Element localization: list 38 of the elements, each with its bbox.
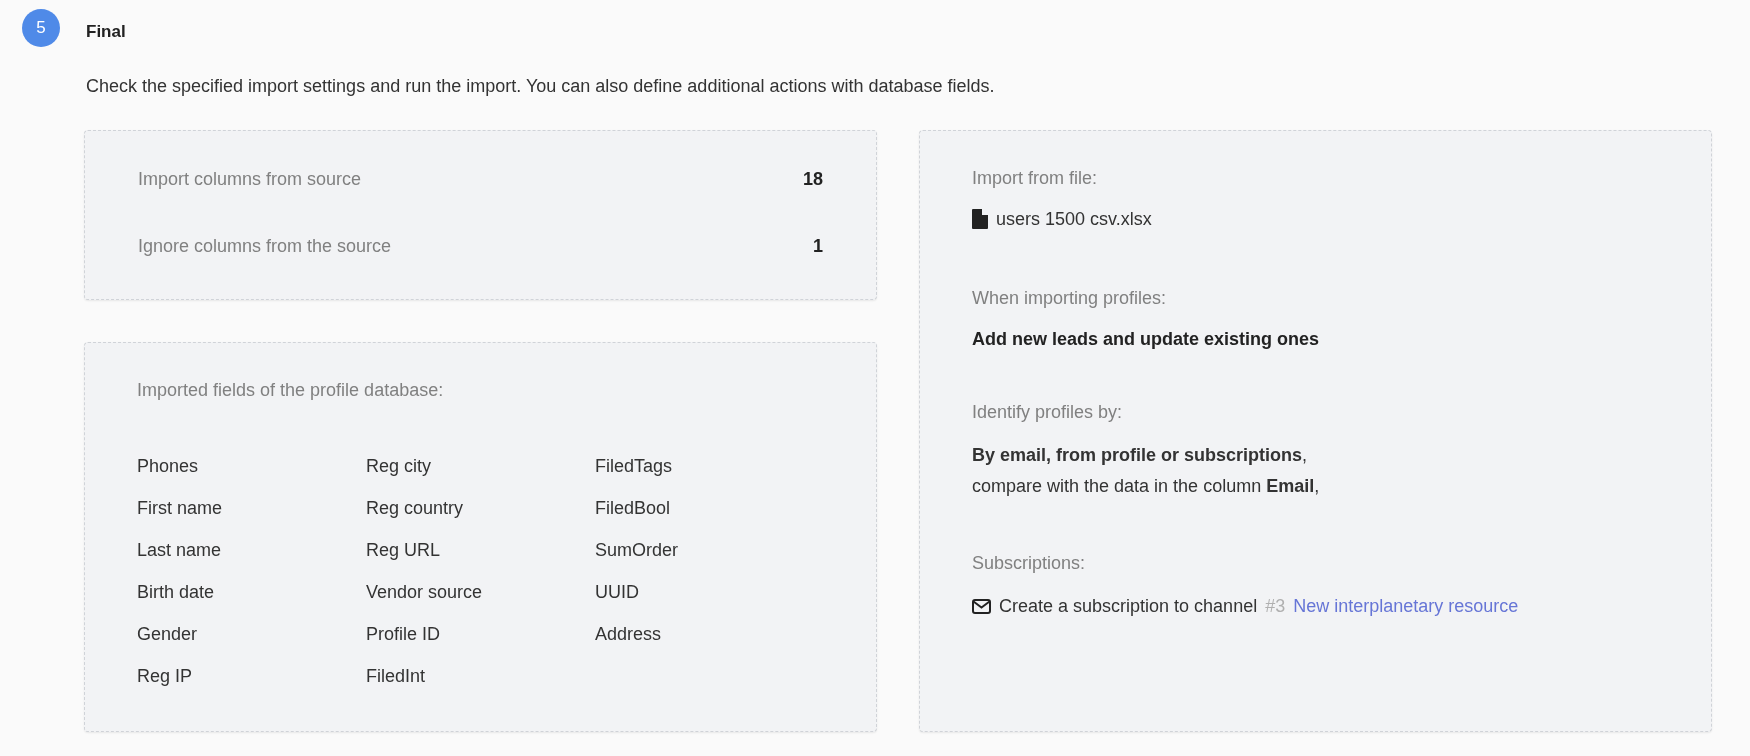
file-name: users 1500 csv.xlsx xyxy=(996,207,1152,231)
step-description: Check the specified import settings and run the import. You can also define additional actions with database fields. xyxy=(86,74,995,98)
envelope-icon xyxy=(972,598,991,614)
field-name: Profile ID xyxy=(366,622,442,646)
field-name: Reg IP xyxy=(137,664,194,688)
field-name: First name xyxy=(137,496,224,520)
field-name: Reg city xyxy=(366,454,433,478)
summary-label: Import columns from source xyxy=(138,167,362,191)
identify-rule: By email, from profile or subscriptions, xyxy=(972,443,1309,467)
field-name: UUID xyxy=(595,580,640,604)
field-name: FiledBool xyxy=(595,496,672,520)
channel-link[interactable]: New interplanetary resource xyxy=(1293,592,1519,620)
identify-rule: compare with the data in the column Email, xyxy=(972,474,1321,498)
field-name: Phones xyxy=(137,454,200,478)
section-label: Import from file: xyxy=(972,166,1099,190)
summary-count: 18 xyxy=(802,167,823,191)
summary-count: 1 xyxy=(813,234,823,258)
step-title: Final xyxy=(86,21,127,43)
subscription-text: Create a subscription to channel xyxy=(999,594,1258,618)
field-name: SumOrder xyxy=(595,538,680,562)
section-label: Subscriptions: xyxy=(972,551,1087,575)
field-name: FiledInt xyxy=(366,664,427,688)
import-mode: Add new leads and update existing ones xyxy=(972,327,1321,351)
field-name: Vendor source xyxy=(366,580,484,604)
channel-number: #3 xyxy=(1265,594,1286,618)
section-label: Identify profiles by: xyxy=(972,400,1124,424)
field-name: Birth date xyxy=(137,580,216,604)
summary-label: Ignore columns from the source xyxy=(138,234,392,258)
section-label: When importing profiles: xyxy=(972,286,1168,310)
file-icon xyxy=(972,209,988,229)
field-name: FiledTags xyxy=(595,454,674,478)
field-name: Last name xyxy=(137,538,223,562)
field-name: Gender xyxy=(137,622,199,646)
field-name: Reg country xyxy=(366,496,465,520)
field-name: Reg URL xyxy=(366,538,442,562)
step-number-badge: 5 xyxy=(22,9,60,47)
field-name: Address xyxy=(595,622,663,646)
section-label: Imported fields of the profile database: xyxy=(137,378,445,402)
